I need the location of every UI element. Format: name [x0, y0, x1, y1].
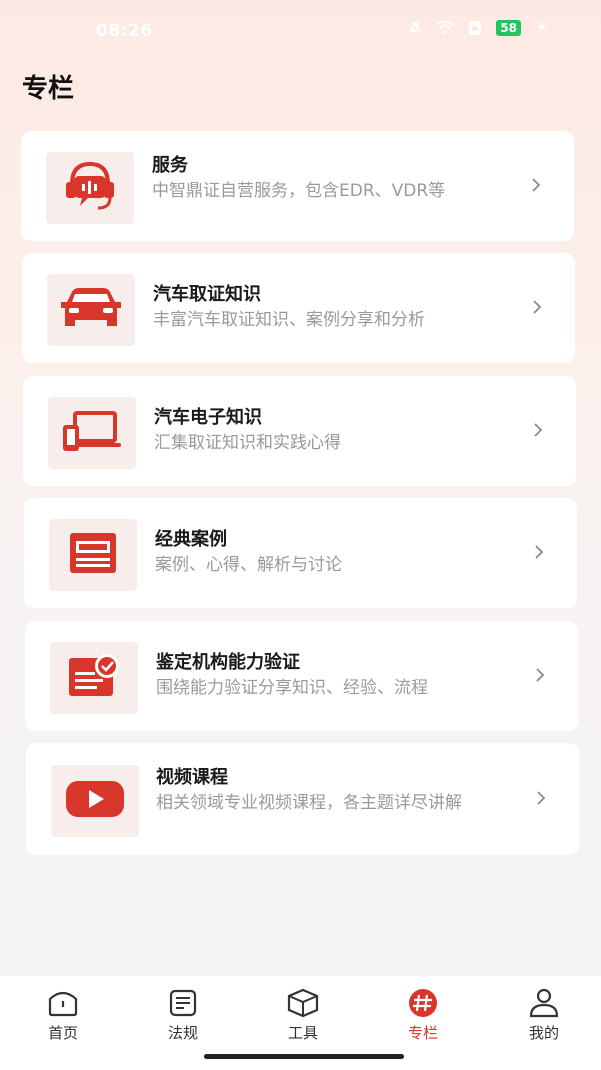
home-icon: [46, 988, 80, 1018]
card-desc: 围绕能力验证分享知识、经验、流程: [156, 678, 428, 698]
chevron-right-icon: [532, 543, 552, 563]
tab-label: 工具: [287, 1024, 318, 1042]
tab-label: 法规: [167, 1024, 198, 1042]
chevron-right-icon: [534, 789, 554, 809]
card-desc: 丰富汽车取证知识、案例分享和分析: [153, 310, 425, 330]
sim-icon: [466, 20, 484, 36]
tab-home[interactable]: 首页: [23, 988, 103, 1043]
wifi-icon: [436, 20, 454, 36]
tab-label: 专栏: [407, 1024, 438, 1042]
page-title: 专栏: [22, 74, 75, 104]
card-title: 鉴定机构能力验证: [156, 652, 300, 673]
card-lab-proficiency[interactable]: 鉴定机构能力验证 围绕能力验证分享知识、经验、流程: [25, 621, 578, 731]
card-title: 汽车取证知识: [153, 284, 261, 305]
card-auto-electronics[interactable]: 汽车电子知识 汇集取证知识和实践心得: [23, 376, 576, 486]
card-service[interactable]: 服务 中智鼎证自营服务，包含EDR、VDR等: [21, 131, 574, 241]
card-desc: 中智鼎证自营服务，包含EDR、VDR等: [152, 181, 446, 201]
hash-icon: [406, 988, 440, 1018]
card-text: 鉴定机构能力验证 围绕能力验证分享知识、经验、流程: [156, 651, 516, 700]
charging-icon: [533, 20, 551, 36]
certificate-icon: [65, 652, 123, 704]
card-icon-frame: [50, 642, 138, 714]
card-text: 汽车电子知识 汇集取证知识和实践心得: [154, 406, 514, 455]
card-title: 服务: [152, 155, 188, 176]
tab-regulations[interactable]: 法规: [143, 988, 223, 1043]
car-icon: [57, 286, 125, 334]
card-text: 经典案例 案例、心得、解析与讨论: [155, 528, 515, 577]
chevron-right-icon: [529, 176, 549, 196]
tab-label: 我的: [528, 1024, 559, 1042]
status-time: 08:26: [96, 21, 153, 41]
chevron-right-icon: [530, 298, 550, 318]
card-icon-frame: [47, 274, 135, 346]
home-indicator: [204, 1054, 404, 1059]
card-icon-frame: [48, 397, 136, 469]
video-play-icon: [64, 779, 126, 823]
headset-icon: [60, 158, 120, 218]
card-icon-frame: [51, 765, 139, 837]
chevron-right-icon: [531, 421, 551, 441]
card-text: 视频课程 相关领域专业视频课程，各主题详尽讲解: [156, 766, 516, 815]
card-desc: 汇集取证知识和实践心得: [154, 433, 341, 453]
devices-icon: [59, 409, 125, 457]
user-icon: [527, 988, 561, 1018]
card-video-courses[interactable]: 视频课程 相关领域专业视频课程，各主题详尽讲解: [26, 743, 579, 855]
status-icons: 58: [406, 20, 551, 36]
card-icon-frame: [49, 519, 137, 591]
card-title: 视频课程: [156, 767, 228, 788]
box-icon: [286, 988, 320, 1018]
card-title: 经典案例: [155, 529, 227, 550]
battery-indicator: 58: [496, 20, 521, 36]
card-text: 服务 中智鼎证自营服务，包含EDR、VDR等: [152, 154, 512, 203]
card-icon-frame: [46, 152, 134, 224]
tab-label: 首页: [47, 1024, 78, 1042]
chevron-right-icon: [533, 666, 553, 686]
tab-columns[interactable]: 专栏: [383, 988, 463, 1043]
card-desc: 相关领域专业视频课程，各主题详尽讲解: [156, 793, 462, 813]
mute-icon: [406, 20, 424, 36]
card-classic-cases[interactable]: 经典案例 案例、心得、解析与讨论: [24, 498, 577, 608]
tab-tools[interactable]: 工具: [263, 988, 343, 1043]
card-auto-forensics[interactable]: 汽车取证知识 丰富汽车取证知识、案例分享和分析: [22, 253, 575, 363]
status-bar: 08:26 58: [0, 0, 601, 60]
card-desc: 案例、心得、解析与讨论: [155, 555, 342, 575]
card-text: 汽车取证知识 丰富汽车取证知识、案例分享和分析: [153, 283, 513, 332]
case-icon: [66, 531, 120, 579]
tab-profile[interactable]: 我的: [504, 988, 584, 1043]
document-icon: [166, 988, 200, 1018]
card-title: 汽车电子知识: [154, 407, 262, 428]
